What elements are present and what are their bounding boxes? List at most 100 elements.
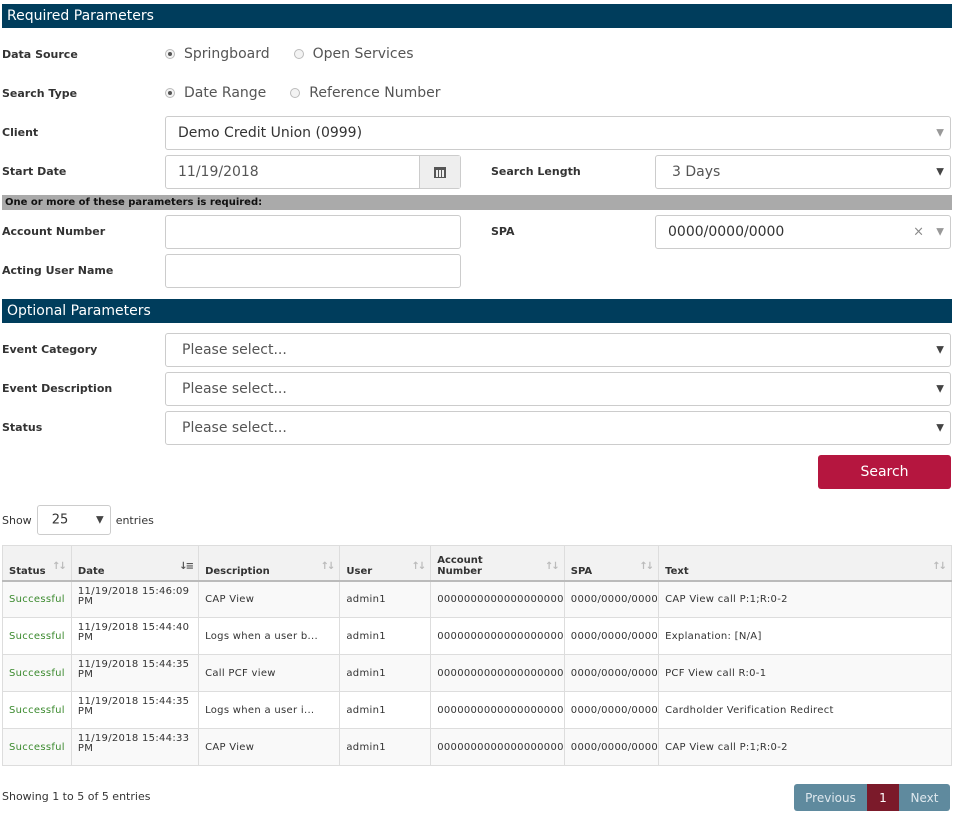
table-row[interactable]: Successful 11/19/2018 15:44:35 PM Logs w… xyxy=(2,691,952,729)
sort-icon: ↑↓ xyxy=(52,560,67,572)
acting-user-name-input[interactable] xyxy=(165,254,461,288)
spa-label: SPA xyxy=(491,225,515,238)
account-number-input[interactable] xyxy=(165,215,461,249)
account-number-cell: 0000000000000000000 xyxy=(430,580,565,618)
col-header-date[interactable]: Date ↓≡ xyxy=(70,545,200,582)
date-cell: 11/19/2018 15:44:35 PM xyxy=(70,691,200,729)
sort-desc-icon: ↓≡ xyxy=(179,560,194,572)
status-label: Status xyxy=(2,421,43,434)
search-length-value: 3 Days xyxy=(672,164,721,180)
chevron-down-icon: ▼ xyxy=(936,383,944,395)
chevron-down-icon: ▼ xyxy=(95,514,104,526)
text-cell: CAP View call P:1;R:0-2 xyxy=(658,580,952,618)
client-select[interactable]: Demo Credit Union (0999) ▼ xyxy=(165,116,951,150)
col-header-label: Date xyxy=(77,565,105,577)
user-cell: admin1 xyxy=(339,728,432,766)
status-placeholder: Please select... xyxy=(182,420,287,436)
sort-icon: ↑↓ xyxy=(411,560,426,572)
status-cell: Successful xyxy=(2,728,72,766)
pagination: Previous 1 Next xyxy=(794,784,950,811)
springboard-radio[interactable] xyxy=(165,49,175,59)
date-cell: 11/19/2018 15:44:33 PM xyxy=(70,728,200,766)
col-header-user[interactable]: User ↑↓ xyxy=(339,545,432,582)
spa-cell: 0000/0000/0000 xyxy=(563,728,660,766)
previous-page-button[interactable]: Previous xyxy=(794,784,867,811)
description-cell: Call PCF view xyxy=(198,654,341,692)
reference-number-radio-label[interactable]: Reference Number xyxy=(309,85,440,101)
date-cell: 11/19/2018 15:44:40 PM xyxy=(70,617,200,655)
status-cell: Successful xyxy=(2,691,72,729)
account-number-label: Account Number xyxy=(2,225,106,238)
sort-icon: ↑↓ xyxy=(932,560,947,572)
chevron-down-icon: ▼ xyxy=(936,226,944,238)
date-range-radio-label[interactable]: Date Range xyxy=(184,85,266,101)
data-source-radio-group: Springboard Open Services xyxy=(165,46,438,62)
spa-select[interactable]: 0000/0000/0000 × ▼ xyxy=(655,215,951,249)
user-cell: admin1 xyxy=(339,617,432,655)
client-value: Demo Credit Union (0999) xyxy=(178,125,363,141)
col-header-text[interactable]: Text ↑↓ xyxy=(658,545,952,582)
page-length-value: 25 xyxy=(51,512,69,528)
data-source-label: Data Source xyxy=(2,48,78,61)
col-header-description[interactable]: Description ↑↓ xyxy=(198,545,341,582)
calendar-button[interactable] xyxy=(419,156,460,188)
search-button[interactable]: Search xyxy=(818,455,951,489)
spa-cell: 0000/0000/0000 xyxy=(563,617,660,655)
springboard-radio-label[interactable]: Springboard xyxy=(184,46,270,62)
status-cell: Successful xyxy=(2,580,72,618)
page-length-select[interactable]: 25 ▼ xyxy=(36,505,111,535)
start-date-label: Start Date xyxy=(2,165,67,178)
event-description-select[interactable]: Please select... ▼ xyxy=(165,372,951,406)
event-category-label: Event Category xyxy=(2,343,98,356)
table-row[interactable]: Successful 11/19/2018 15:44:40 PM Logs w… xyxy=(2,617,952,655)
table-header-row: Status ↑↓ Date ↓≡ Description ↑↓ User ↑↓ Acc… xyxy=(2,545,952,582)
entries-label: entries xyxy=(115,513,154,527)
user-cell: admin1 xyxy=(339,691,432,729)
text-cell: Explanation: [N/A] xyxy=(658,617,952,655)
table-info: Showing 1 to 5 of 5 entries xyxy=(2,790,151,803)
table-row[interactable]: Successful 11/19/2018 15:46:09 PM CAP Vi… xyxy=(2,580,952,618)
status-select[interactable]: Please select... ▼ xyxy=(165,411,951,445)
text-cell: CAP View call P:1;R:0-2 xyxy=(658,728,952,766)
col-header-account-number[interactable]: Account Number ↑↓ xyxy=(430,545,565,582)
spa-cell: 0000/0000/0000 xyxy=(563,654,660,692)
col-header-label: SPA xyxy=(570,565,593,577)
open-services-radio[interactable] xyxy=(293,49,304,59)
event-category-select[interactable]: Please select... ▼ xyxy=(165,333,951,367)
clear-icon[interactable]: × xyxy=(913,225,924,240)
start-date-input[interactable]: 11/19/2018 xyxy=(165,155,461,189)
open-services-radio-label[interactable]: Open Services xyxy=(313,46,414,62)
sort-icon: ↑↓ xyxy=(320,560,336,572)
date-range-radio[interactable] xyxy=(165,88,175,98)
required-parameters-header: Required Parameters xyxy=(2,4,952,28)
description-cell: CAP View xyxy=(198,580,341,618)
chevron-down-icon: ▼ xyxy=(936,166,944,178)
spa-cell: 0000/0000/0000 xyxy=(563,580,660,618)
results-table: Status ↑↓ Date ↓≡ Description ↑↓ User ↑↓ Acc… xyxy=(2,545,952,766)
show-label: Show xyxy=(2,513,32,527)
search-type-label: Search Type xyxy=(2,87,78,100)
event-category-placeholder: Please select... xyxy=(182,342,287,358)
next-page-button[interactable]: Next xyxy=(899,784,950,811)
col-header-label: Account Number xyxy=(437,554,483,577)
page-1-button[interactable]: 1 xyxy=(867,784,899,811)
status-cell: Successful xyxy=(2,654,72,692)
col-header-label: Status xyxy=(9,565,46,577)
date-cell: 11/19/2018 15:44:35 PM xyxy=(70,654,200,692)
col-header-label: Description xyxy=(205,565,270,577)
text-cell: PCF View call R:0-1 xyxy=(658,654,952,692)
length-control: Show 25 ▼ entries xyxy=(2,505,154,535)
search-length-select[interactable]: 3 Days ▼ xyxy=(655,155,951,189)
status-cell: Successful xyxy=(2,617,72,655)
calendar-icon xyxy=(434,166,446,178)
col-header-spa[interactable]: SPA ↑↓ xyxy=(563,545,660,582)
col-header-label: Text xyxy=(665,565,689,577)
table-row[interactable]: Successful 11/19/2018 15:44:35 PM Call P… xyxy=(2,654,952,692)
col-header-status[interactable]: Status ↑↓ xyxy=(2,545,72,582)
optional-parameters-header: Optional Parameters xyxy=(2,299,952,323)
start-date-value: 11/19/2018 xyxy=(178,164,259,180)
description-cell: Logs when a user i... xyxy=(198,691,341,729)
col-header-label: User xyxy=(346,565,373,577)
table-row[interactable]: Successful 11/19/2018 15:44:33 PM CAP Vi… xyxy=(2,728,952,766)
reference-number-radio[interactable] xyxy=(290,88,301,98)
